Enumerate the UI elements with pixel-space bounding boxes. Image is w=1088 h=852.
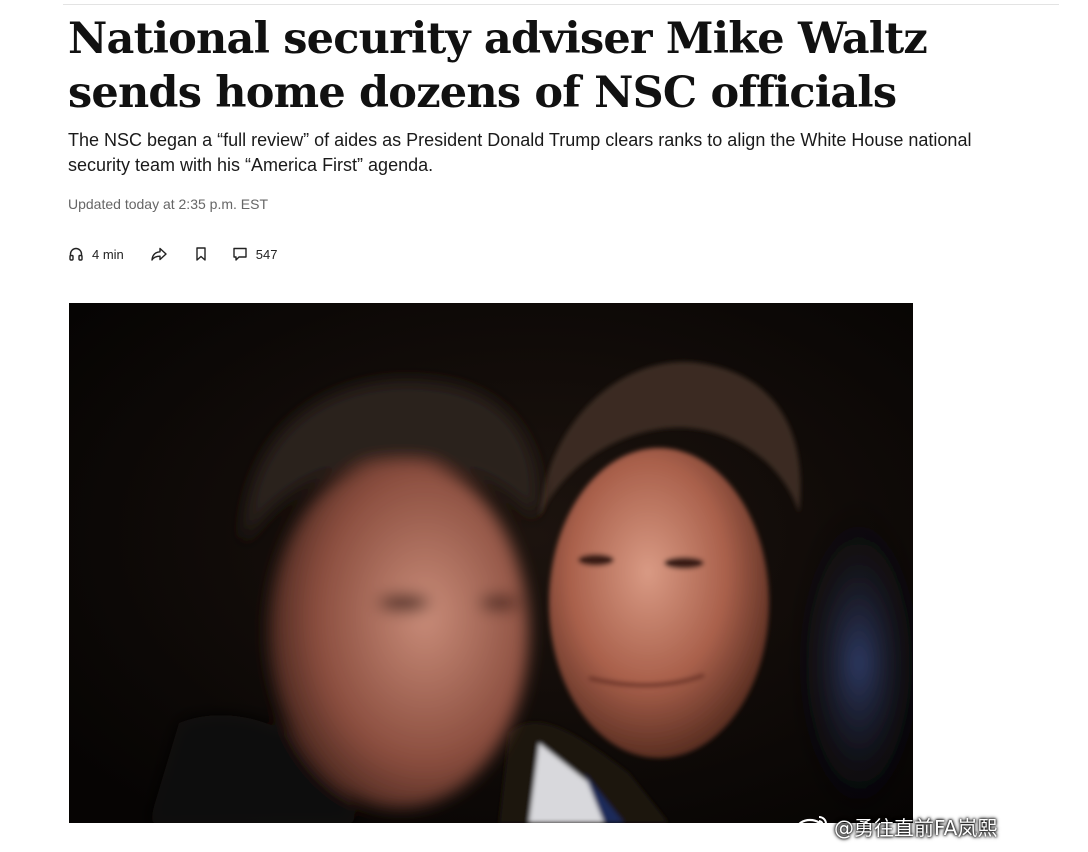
weibo-logo <box>794 812 830 840</box>
headphones-icon <box>68 246 84 262</box>
lead-photo <box>69 303 913 823</box>
article-headline: National security adviser Mike Waltz sen… <box>68 14 928 118</box>
article-action-bar: 4 min 547 <box>68 243 278 265</box>
bookmark-icon <box>194 246 208 262</box>
watermark-text: @勇往直前FA岚熙 <box>834 815 998 840</box>
listen-button[interactable]: 4 min <box>68 243 124 265</box>
comments-count: 547 <box>255 246 278 262</box>
article-subheadline: The NSC began a “full review” of aides a… <box>68 130 972 175</box>
weibo-watermark: @勇往直前FA岚熙 <box>794 810 997 842</box>
listen-duration: 4 min <box>92 246 124 262</box>
top-divider <box>63 4 1059 5</box>
share-arrow-icon <box>150 246 168 262</box>
save-bookmark-button[interactable] <box>194 243 208 265</box>
comment-icon <box>232 246 248 262</box>
comments-button[interactable]: 547 <box>232 243 278 265</box>
share-button[interactable] <box>150 243 168 265</box>
article-timestamp: Updated today at 2:35 p.m. EST <box>68 196 269 212</box>
